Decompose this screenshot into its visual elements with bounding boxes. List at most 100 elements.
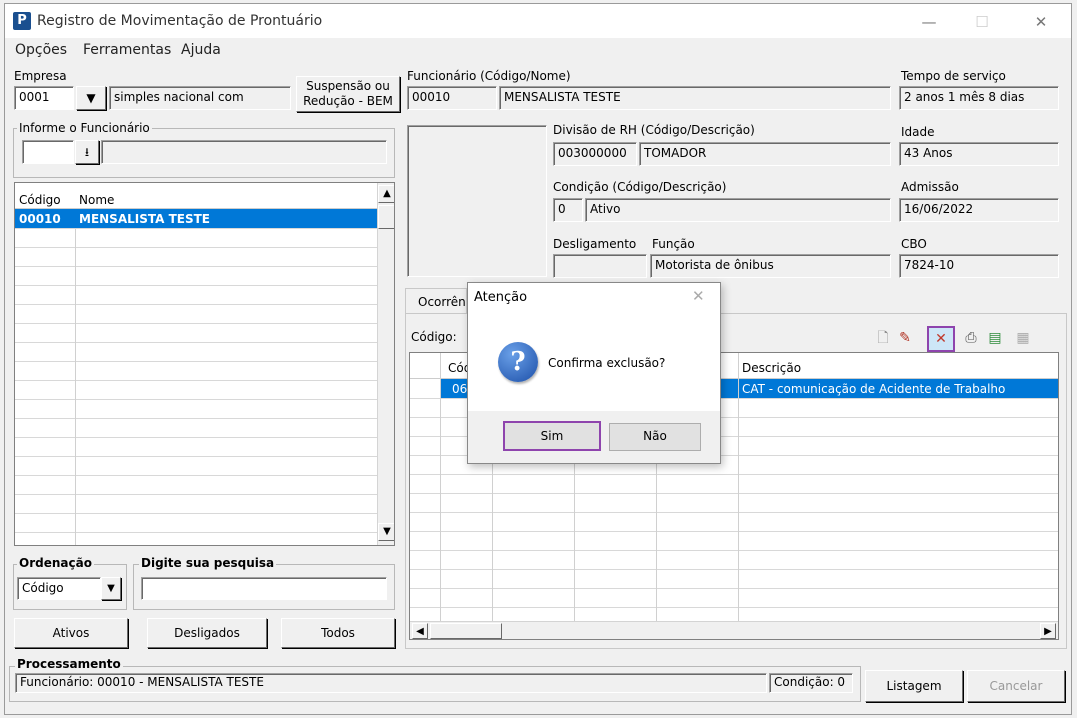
- employee-list-scrollbar[interactable]: ▲ ▼: [377, 183, 394, 545]
- cbo-label: CBO: [901, 237, 927, 251]
- processamento-status: Funcionário: 00010 - MENSALISTA TESTE: [15, 673, 767, 693]
- yes-button[interactable]: Sim: [503, 421, 601, 451]
- scroll-down-button[interactable]: ▼: [378, 523, 394, 541]
- suspensao-line2: Redução - BEM: [303, 94, 393, 108]
- pesquisa-label: Digite sua pesquisa: [139, 556, 277, 570]
- arrow-down-line-icon: ⭳: [84, 145, 90, 159]
- ordenacao-dropdown-button[interactable]: ▼: [101, 577, 121, 600]
- informe-funcionario-label: Informe o Funcionário: [17, 121, 152, 135]
- triangle-down-icon: ▼: [383, 526, 391, 537]
- processamento-label: Processamento: [15, 657, 123, 671]
- close-button[interactable]: ✕: [1021, 10, 1061, 34]
- condicao-desc-field: Ativo: [585, 198, 891, 222]
- empresa-name-field: simples nacional com: [109, 86, 291, 110]
- edit-pencil-icon[interactable]: ✎: [895, 328, 915, 348]
- title-bar: P Registro de Movimentação de Prontuário…: [5, 4, 1071, 38]
- ativos-button[interactable]: Ativos: [14, 618, 128, 648]
- codigo-label: Código:: [411, 330, 457, 344]
- occurrence-hscrollbar[interactable]: ◀ ▶: [410, 621, 1058, 639]
- idade-field: 43 Anos: [899, 142, 1059, 166]
- header-descricao[interactable]: Descrição: [742, 361, 801, 375]
- scroll-up-button[interactable]: ▲: [378, 185, 394, 203]
- ordenacao-select[interactable]: Código: [17, 577, 101, 600]
- table-row[interactable]: 00010 MENSALISTA TESTE: [15, 209, 377, 229]
- row-name: MENSALISTA TESTE: [79, 212, 210, 226]
- employee-list-grid[interactable]: Código Nome 00010 MENSALISTA TESTE ▲ ▼: [14, 182, 395, 546]
- desligamento-field: [553, 254, 647, 278]
- dialog-title: Atenção: [474, 290, 528, 305]
- tab-ocorrencias[interactable]: Ocorrên: [405, 288, 467, 314]
- print-icon[interactable]: ⎙: [961, 328, 981, 348]
- triangle-up-icon: ▲: [383, 188, 391, 199]
- confirm-dialog: Atenção ✕ ? Confirma exclusão? Sim Não: [467, 282, 721, 464]
- excel-export-icon[interactable]: ▤: [985, 328, 1005, 348]
- tempo-servico-label: Tempo de serviço: [901, 69, 1006, 83]
- funcao-field: Motorista de ônibus: [650, 254, 891, 278]
- delete-icon[interactable]: ✕: [927, 326, 955, 352]
- admissao-label: Admissão: [901, 180, 959, 194]
- tab-label: Ocorrên: [418, 295, 466, 309]
- employee-list-body: Código Nome 00010 MENSALISTA TESTE: [15, 183, 377, 545]
- menu-ferramentas[interactable]: Ferramentas: [83, 42, 171, 58]
- row-code: 06: [452, 382, 468, 396]
- empresa-code-field[interactable]: 0001: [14, 86, 74, 110]
- menu-opcoes[interactable]: Opções: [15, 42, 67, 58]
- informe-name-field: [101, 140, 387, 164]
- todos-button[interactable]: Todos: [281, 618, 395, 648]
- scroll-right-button[interactable]: ▶: [1040, 623, 1056, 639]
- divisao-code-field: 003000000: [553, 142, 637, 166]
- search-input[interactable]: [141, 577, 387, 600]
- no-button[interactable]: Não: [609, 423, 701, 451]
- scroll-left-button[interactable]: ◀: [412, 623, 428, 639]
- menu-ajuda[interactable]: Ajuda: [181, 42, 221, 58]
- employee-list-header: Código Nome: [15, 183, 377, 209]
- menu-bar: Opções Ferramentas Ajuda: [5, 38, 1071, 62]
- suspensao-reducao-button[interactable]: Suspensão ou Redução - BEM: [296, 76, 400, 112]
- chevron-down-icon: ▼: [86, 91, 96, 105]
- row-code: 00010: [19, 212, 61, 226]
- app-logo-icon: P: [13, 12, 31, 30]
- condicao-label: Condição (Código/Descrição): [553, 180, 727, 194]
- divisao-label: Divisão de RH (Código/Descrição): [553, 123, 755, 137]
- new-document-icon[interactable]: 🗋: [873, 328, 893, 348]
- row-desc: CAT - comunicação de Acidente de Trabalh…: [742, 382, 1006, 396]
- header-codigo[interactable]: Código: [19, 193, 61, 207]
- cancelar-button[interactable]: Cancelar: [967, 670, 1065, 702]
- dialog-close-icon[interactable]: ✕: [692, 287, 705, 305]
- photo-box: [407, 125, 547, 277]
- lookup-button[interactable]: ⭳: [75, 140, 99, 164]
- desligados-button[interactable]: Desligados: [147, 618, 267, 648]
- informe-code-input[interactable]: [22, 140, 74, 164]
- condicao-code-field: 0: [553, 198, 583, 222]
- main-window: P Registro de Movimentação de Prontuário…: [4, 3, 1072, 715]
- idade-label: Idade: [901, 125, 935, 139]
- dialog-footer: Sim Não: [468, 411, 720, 463]
- ordenacao-label: Ordenação: [17, 556, 94, 570]
- triangle-right-icon: ▶: [1044, 626, 1052, 637]
- triangle-left-icon: ◀: [416, 626, 424, 637]
- empresa-label: Empresa: [14, 69, 67, 83]
- minimize-button[interactable]: —: [909, 10, 949, 34]
- header-nome[interactable]: Nome: [79, 193, 114, 207]
- maximize-button[interactable]: ☐: [962, 10, 1002, 34]
- window-title: Registro de Movimentação de Prontuário: [37, 13, 323, 29]
- dialog-message: Confirma exclusão?: [548, 356, 666, 370]
- empresa-dropdown-button[interactable]: ▼: [76, 86, 106, 110]
- processamento-condicao: Condição: 0: [769, 673, 853, 693]
- cbo-field: 7824-10: [899, 254, 1059, 278]
- funcao-label: Função: [652, 237, 695, 251]
- scroll-thumb[interactable]: [378, 205, 394, 229]
- funcionario-name-field: MENSALISTA TESTE: [499, 86, 891, 110]
- desligamento-label: Desligamento: [553, 237, 637, 251]
- admissao-field: 16/06/2022: [899, 198, 1059, 222]
- hscroll-thumb[interactable]: [430, 623, 502, 639]
- funcionario-label: Funcionário (Código/Nome): [407, 69, 571, 83]
- suspensao-line1: Suspensão ou: [306, 79, 390, 93]
- listagem-button[interactable]: Listagem: [865, 670, 963, 702]
- question-icon: ?: [498, 342, 538, 382]
- chevron-down-icon: ▼: [107, 583, 115, 594]
- funcionario-code-field: 00010: [407, 86, 497, 110]
- preview-icon[interactable]: ▦: [1013, 328, 1033, 348]
- tempo-servico-field: 2 anos 1 mês 8 dias: [899, 86, 1059, 110]
- toolbar: 🗋 ✎ ✕ ⎙ ▤ ▦: [873, 326, 1053, 352]
